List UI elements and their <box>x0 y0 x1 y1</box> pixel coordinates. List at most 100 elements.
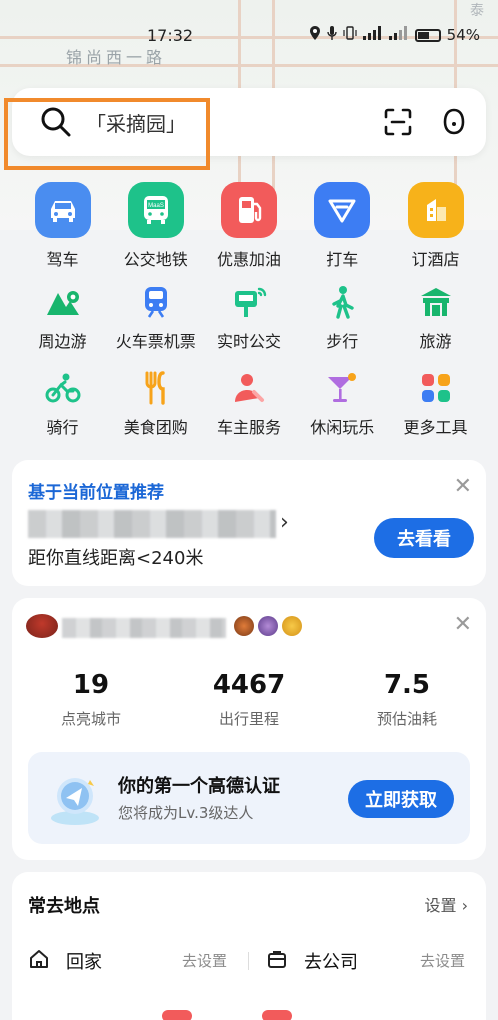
gate-icon <box>416 282 456 322</box>
battery-percent: 54% <box>446 26 480 44</box>
cocktail-icon <box>322 368 362 408</box>
status-time: 17:32 <box>147 26 194 45</box>
profile-card: ✕ 19 点亮城市 4467 出行里程 7.5 预估油耗 你的第一个高德认证 您… <box>12 598 486 860</box>
work-place[interactable]: 去公司 <box>304 948 358 974</box>
search-icon[interactable] <box>40 106 72 142</box>
grid-item-more-tools[interactable]: 更多工具 <box>389 368 482 440</box>
chevron-right-icon: › <box>461 896 468 915</box>
home-place[interactable]: 回家 <box>66 948 102 974</box>
grid-item-taxi[interactable]: 打车 <box>296 182 389 270</box>
grid-item-hotel[interactable]: 订酒店 <box>389 182 482 270</box>
certification-banner[interactable]: 你的第一个高德认证 您将成为Lv.3级达人 立即获取 <box>28 752 470 844</box>
grid-item-realtime-bus[interactable]: 实时公交 <box>203 282 296 354</box>
grid-item-leisure[interactable]: 休闲玩乐 <box>296 368 389 440</box>
grid-item-label: 驾车 <box>46 250 79 269</box>
bus-icon: MaaS <box>127 182 184 238</box>
grid-item-label: 优惠加油 <box>216 250 281 269</box>
recommendation-distance: 距你直线距离<240米 <box>28 548 204 569</box>
grid-item-label: 美食团购 <box>123 418 188 437</box>
grid-item-train-ticket[interactable]: 火车票机票 <box>109 282 202 354</box>
grid-item-food[interactable]: 美食团购 <box>109 368 202 440</box>
grid-row: 骑行 美食团购 车主服务 休闲玩乐 更多工具 <box>16 368 482 440</box>
home-icon <box>28 948 50 974</box>
grid-item-nearby-trip[interactable]: 周边游 <box>16 282 109 354</box>
badge-icon <box>258 616 278 636</box>
username-blurred <box>62 618 226 638</box>
svg-text:MaaS: MaaS <box>148 203 164 209</box>
grid-item-label: 实时公交 <box>216 332 281 351</box>
status-bar: 17:32 54% <box>0 26 498 48</box>
bus-stop-icon <box>229 282 269 322</box>
settings-label: 设置 <box>424 896 457 915</box>
grid-item-label: 步行 <box>326 332 359 351</box>
avatar[interactable] <box>26 614 58 638</box>
mountain-pin-icon <box>43 282 83 322</box>
hotel-icon <box>407 182 464 238</box>
certification-title: 你的第一个高德认证 <box>118 776 280 797</box>
bicycle-icon <box>43 368 83 408</box>
microphone-icon <box>326 26 337 44</box>
grid-row: 驾车 MaaS 公交地铁 优惠加油 打车 订酒店 <box>16 182 482 270</box>
section-title: 常去地点 <box>28 896 100 917</box>
grid-row: 周边游 火车票机票 实时公交 步行 旅游 <box>16 282 482 354</box>
grid-item-label: 旅游 <box>419 332 452 351</box>
close-icon[interactable]: ✕ <box>454 612 472 637</box>
grid-item-cycling[interactable]: 骑行 <box>16 368 109 440</box>
get-now-button[interactable]: 立即获取 <box>348 780 454 818</box>
grid-item-label: 周边游 <box>38 332 87 351</box>
grid-item-label: 休闲玩乐 <box>310 418 375 437</box>
settings-link[interactable]: 设置 › <box>424 892 468 916</box>
frequent-places-card: 常去地点 设置 › 回家 去设置 去公司 去设置 <box>12 872 486 1020</box>
battery-icon <box>414 28 441 42</box>
taxi-icon <box>314 182 371 238</box>
apps-grid-icon <box>416 368 456 408</box>
stat-value: 4467 <box>212 670 286 700</box>
search-bar[interactable]: 「采摘园」 <box>12 88 486 156</box>
divider <box>248 952 249 970</box>
grid-item-label: 车主服务 <box>216 418 281 437</box>
recommendation-card[interactable]: 基于当前位置推荐 ✕ › 距你直线距离<240米 去看看 <box>12 460 486 586</box>
car-icon <box>34 182 91 238</box>
work-set-link[interactable]: 去设置 <box>420 950 465 971</box>
recommendation-title: 基于当前位置推荐 <box>28 483 164 503</box>
stat-label: 预估油耗 <box>376 710 437 728</box>
stats-row: 19 点亮城市 4467 出行里程 7.5 预估油耗 <box>12 670 486 729</box>
signal-icon <box>362 26 383 44</box>
stat-label: 出行里程 <box>218 710 279 728</box>
home-set-link[interactable]: 去设置 <box>182 950 227 971</box>
place-name-blurred <box>28 510 276 538</box>
stat-item[interactable]: 7.5 预估油耗 <box>328 670 486 729</box>
fork-spoon-icon <box>136 368 176 408</box>
view-button[interactable]: 去看看 <box>374 518 474 558</box>
stat-value: 19 <box>72 670 110 700</box>
signal-icon <box>388 26 409 44</box>
grid-item-fuel[interactable]: 优惠加油 <box>203 182 296 270</box>
train-icon <box>136 282 176 322</box>
certification-subtitle: 您将成为Lv.3级达人 <box>118 804 254 822</box>
badge-list[interactable] <box>234 616 302 636</box>
function-grid: 驾车 MaaS 公交地铁 优惠加油 打车 订酒店 周边游 火车票机票 实时公交 … <box>16 182 482 440</box>
grid-item-label: 公交地铁 <box>123 250 188 269</box>
grid-item-label: 骑行 <box>46 418 79 437</box>
grid-item-car-owner[interactable]: 车主服务 <box>203 368 296 440</box>
status-icons: 54% <box>309 26 480 44</box>
scan-icon[interactable] <box>384 108 412 140</box>
close-icon[interactable]: ✕ <box>454 474 472 499</box>
grid-item-drive[interactable]: 驾车 <box>16 182 109 270</box>
chevron-right-icon: › <box>280 510 289 535</box>
stat-value: 7.5 <box>383 670 431 700</box>
stat-item[interactable]: 4467 出行里程 <box>170 670 328 729</box>
map-poi-label: 泰 <box>470 3 484 19</box>
grid-item-travel[interactable]: 旅游 <box>389 282 482 354</box>
vibrate-icon <box>343 26 357 44</box>
stat-label: 点亮城市 <box>60 710 121 728</box>
stat-item[interactable]: 19 点亮城市 <box>12 670 170 729</box>
grid-item-label: 订酒店 <box>411 250 460 269</box>
grid-item-label: 打车 <box>326 250 359 269</box>
location-icon <box>309 26 321 44</box>
fuel-pump-icon <box>221 182 277 238</box>
grid-item-walk[interactable]: 步行 <box>296 282 389 354</box>
search-input[interactable]: 「采摘园」 <box>86 108 186 137</box>
voice-assistant-icon[interactable] <box>442 108 466 140</box>
grid-item-transit[interactable]: MaaS 公交地铁 <box>109 182 202 270</box>
